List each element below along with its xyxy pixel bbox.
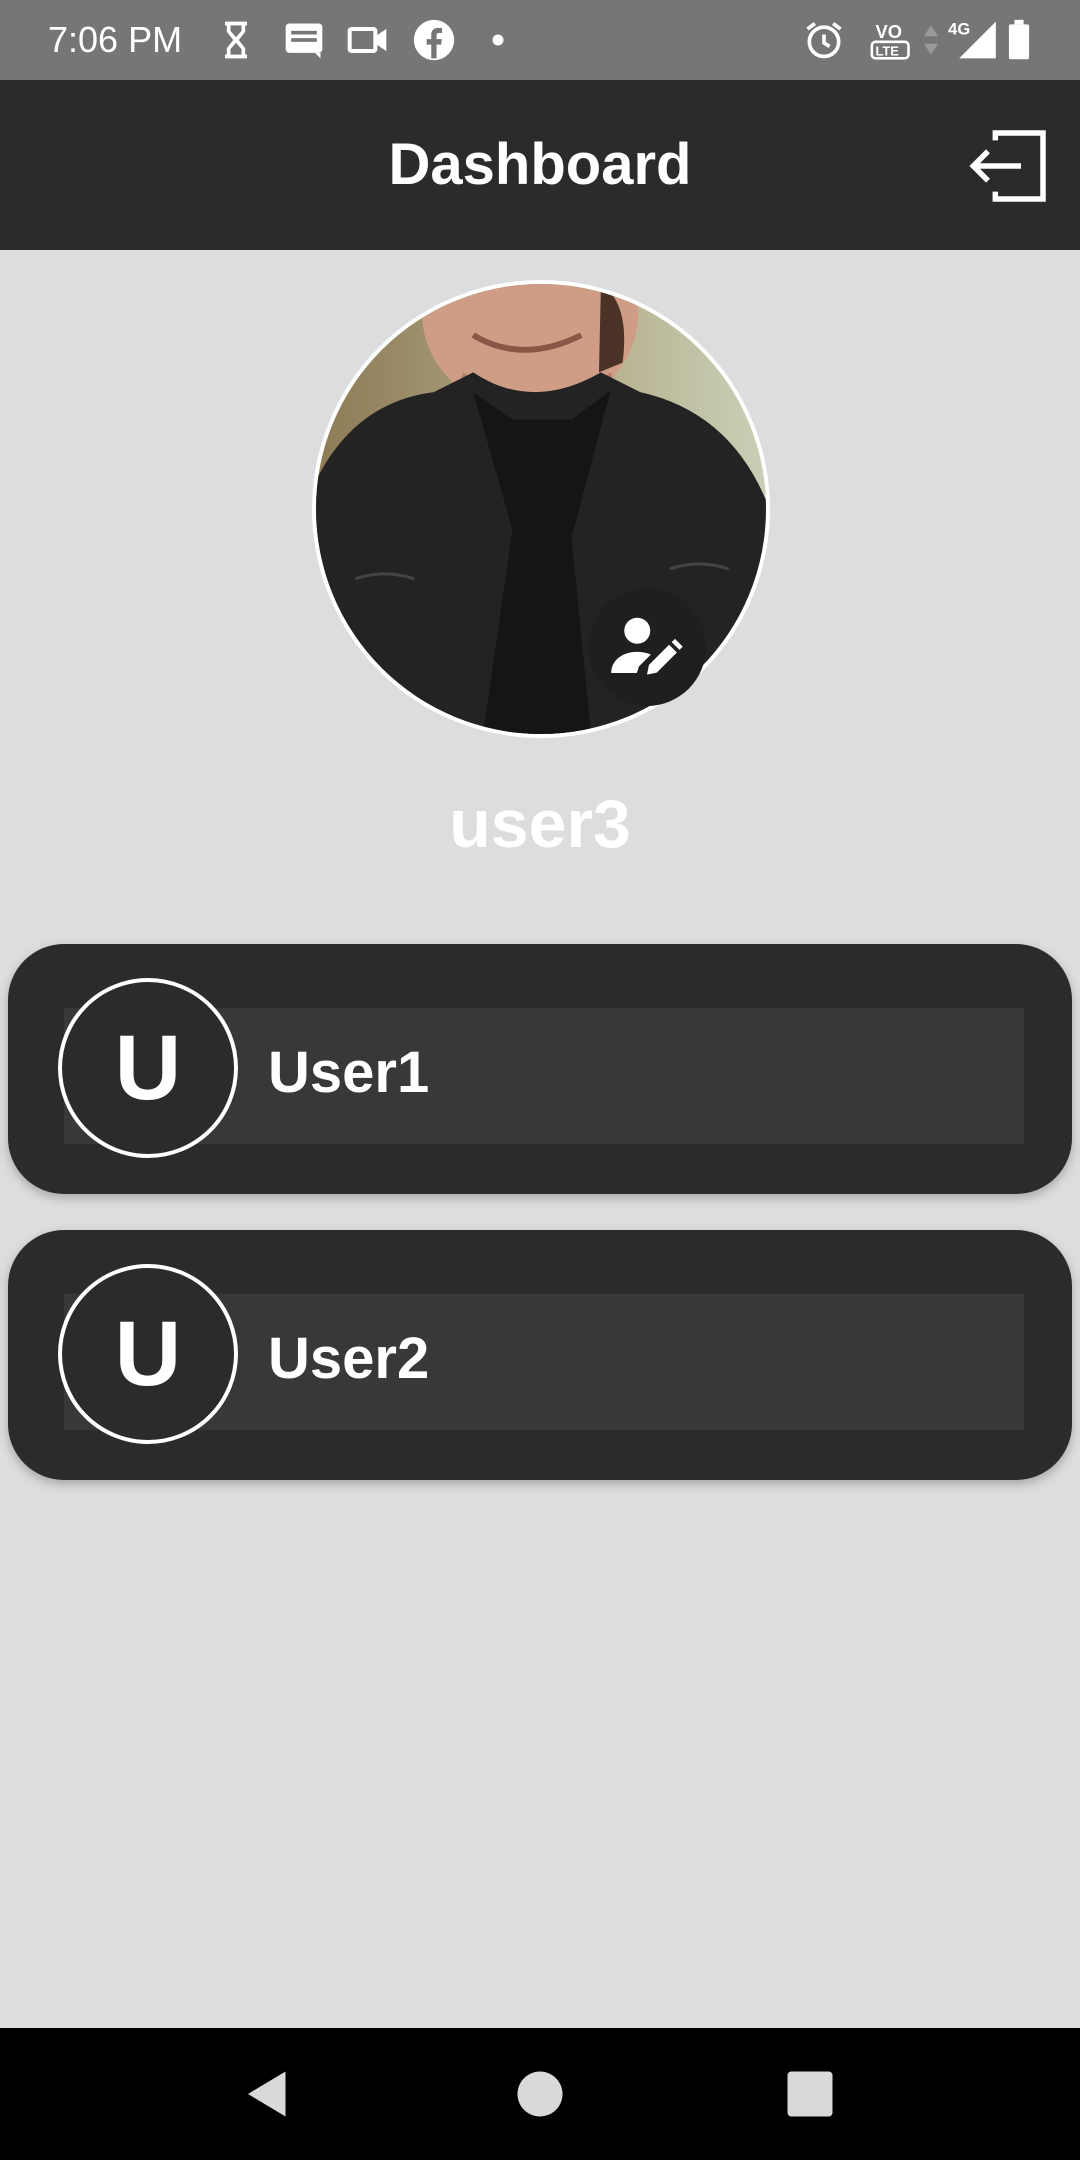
username: user3: [449, 786, 631, 862]
notification-dot-icon: [476, 18, 520, 62]
user-list-item[interactable]: U User1: [8, 944, 1072, 1194]
alarm-icon: [802, 18, 846, 62]
video-icon: [346, 18, 390, 62]
recents-icon: [787, 2071, 833, 2117]
lte-label: LTE: [876, 44, 900, 59]
status-time: 7:06 PM: [48, 19, 183, 60]
battery-icon: [1002, 18, 1036, 62]
edit-profile-button[interactable]: [588, 588, 706, 706]
user-initial-avatar: U: [58, 1264, 238, 1444]
home-button[interactable]: [510, 2064, 570, 2124]
home-icon: [517, 2071, 563, 2117]
logout-button[interactable]: [966, 122, 1054, 210]
logout-icon: [969, 130, 1046, 202]
network-label: 4G: [948, 21, 970, 39]
system-navigation-bar: [0, 2028, 1080, 2160]
status-bar: 7:06 PM VO LTE 4G: [0, 0, 1080, 80]
app-bar: Dashboard: [0, 80, 1080, 250]
message-icon: [282, 18, 326, 62]
signal-icon: 4G: [944, 18, 1000, 62]
back-icon: [248, 2071, 286, 2117]
recents-button[interactable]: [780, 2064, 840, 2124]
user-list-item[interactable]: U User2: [8, 1230, 1072, 1480]
back-button[interactable]: [238, 2064, 298, 2124]
data-arrows-icon: [922, 18, 940, 62]
page-title: Dashboard: [388, 132, 692, 197]
volte-icon: VO LTE: [866, 18, 918, 62]
hourglass-icon: [214, 18, 258, 62]
user-name: User1: [268, 1040, 430, 1105]
facebook-icon: [412, 18, 456, 62]
user-initial-avatar: U: [58, 978, 238, 1158]
edit-profile-icon: [611, 617, 683, 675]
volte-label: VO: [876, 21, 902, 42]
user-name: User2: [268, 1326, 430, 1391]
